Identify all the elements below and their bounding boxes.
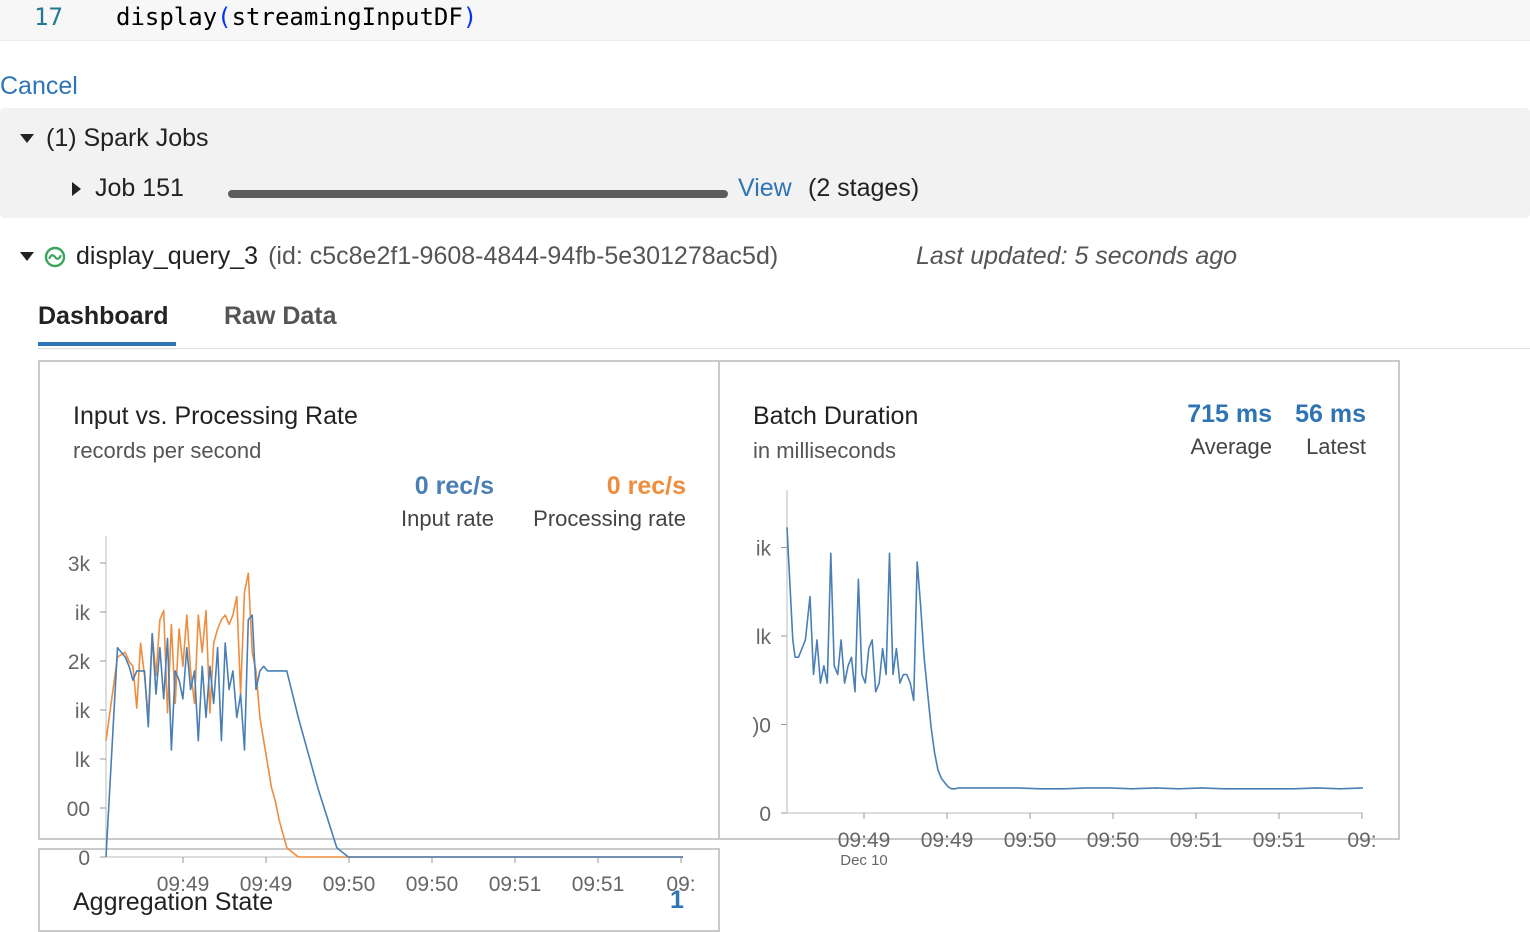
x-tick-label: 09:49	[240, 873, 293, 896]
code-open-paren: (	[217, 3, 232, 31]
y-tick-label: lk	[756, 626, 772, 649]
x-tick-label: 09:51	[572, 873, 625, 896]
code-text[interactable]: display(streamingInputDF)	[116, 3, 477, 31]
tab-dashboard[interactable]: Dashboard	[38, 302, 169, 331]
y-tick-label: 00	[67, 798, 90, 821]
y-tick-label: ik	[75, 602, 91, 625]
tab-raw-data[interactable]: Raw Data	[224, 302, 337, 331]
spark-jobs-toggle[interactable]: (1) Spark Jobs	[20, 124, 209, 153]
job-label: Job 151	[95, 174, 184, 202]
x-tick-label: 09:51	[489, 873, 542, 896]
series-line	[786, 527, 1364, 790]
x-tick-label: 09:50	[406, 873, 459, 896]
x-tick-label: 09:	[666, 873, 695, 896]
batch-average-value: 715 ms	[1187, 400, 1272, 428]
rate-title: Input vs. Processing Rate	[73, 402, 358, 430]
y-tick-label: ik	[756, 538, 772, 561]
x-tick-label: 09:49	[157, 873, 210, 896]
line-number: 17	[34, 3, 63, 31]
spark-jobs-panel: (1) Spark Jobs Job 151 View (2 stages)	[0, 108, 1530, 218]
cancel-link[interactable]: Cancel	[0, 72, 78, 101]
x-tick-label: 09:50	[323, 873, 376, 896]
stages-count: (2 stages)	[808, 174, 920, 202]
x-tick-label: 09:51	[1170, 829, 1223, 852]
code-close-paren: )	[462, 3, 478, 31]
y-tick-label: 2k	[68, 651, 91, 674]
y-tick-label: )0	[752, 715, 771, 738]
code-cell-line[interactable]: 17 display(streamingInputDF)	[0, 0, 1530, 41]
query-header: display_query_3 (id: c5c8e2f1-9608-4844-…	[20, 242, 778, 271]
series-line	[105, 614, 683, 858]
view-job-link[interactable]: View	[738, 174, 792, 203]
batch-subtitle: in milliseconds	[753, 438, 897, 463]
y-tick-label: 3k	[68, 553, 91, 576]
spark-jobs-header: (1) Spark Jobs	[46, 124, 209, 152]
query-id: (id: c5c8e2f1-9608-4844-94fb-5e301278ac5…	[268, 242, 779, 270]
code-func: display	[116, 3, 218, 31]
x-tick-label: 09:49	[921, 829, 974, 852]
query-name: display_query_3	[76, 242, 259, 270]
tab-bar: Dashboard Raw Data	[38, 300, 1530, 349]
y-tick-label: 0	[759, 803, 771, 826]
active-tab-indicator	[38, 342, 176, 346]
x-tick-label: 09:	[1347, 829, 1376, 852]
batch-latest-label: Latest	[1306, 434, 1366, 459]
x-tick-label: 09:50	[1087, 829, 1140, 852]
rate-subtitle: records per second	[73, 438, 262, 463]
batch-average-label: Average	[1190, 434, 1272, 459]
x-tick-label: 09:50	[1004, 829, 1057, 852]
x-tick-label: 09:49	[838, 829, 891, 852]
last-updated: Last updated: 5 seconds ago	[916, 242, 1238, 270]
streaming-status-icon	[44, 246, 66, 267]
caret-down-icon[interactable]	[20, 252, 34, 261]
job-row[interactable]: Job 151	[72, 174, 184, 203]
y-tick-label: ik	[75, 700, 91, 723]
batch-title: Batch Duration	[753, 402, 919, 430]
caret-right-icon	[72, 181, 81, 196]
processing-rate-value: 0 rec/s	[606, 472, 686, 500]
y-tick-label: lk	[75, 749, 91, 772]
caret-down-icon	[20, 134, 34, 143]
input-rate-value: 0 rec/s	[414, 472, 494, 500]
batch-duration-chart: 0 )0 lk ik 09:49 09:49 09:50 09:50 09:51 09:51 09:…	[752, 490, 1377, 869]
code-arg: streamingInputDF	[231, 3, 463, 31]
series-line	[105, 572, 683, 858]
batch-latest-value: 56 ms	[1295, 400, 1366, 428]
job-progress-bar	[228, 190, 728, 198]
x-date-label: Dec 10	[840, 852, 888, 869]
x-tick-label: 09:51	[1253, 829, 1306, 852]
rate-chart: 000lkik2kik3k09:49 09:49 09:50 09:50 09:51 09…	[67, 536, 696, 896]
y-tick-label: 0	[78, 847, 90, 870]
